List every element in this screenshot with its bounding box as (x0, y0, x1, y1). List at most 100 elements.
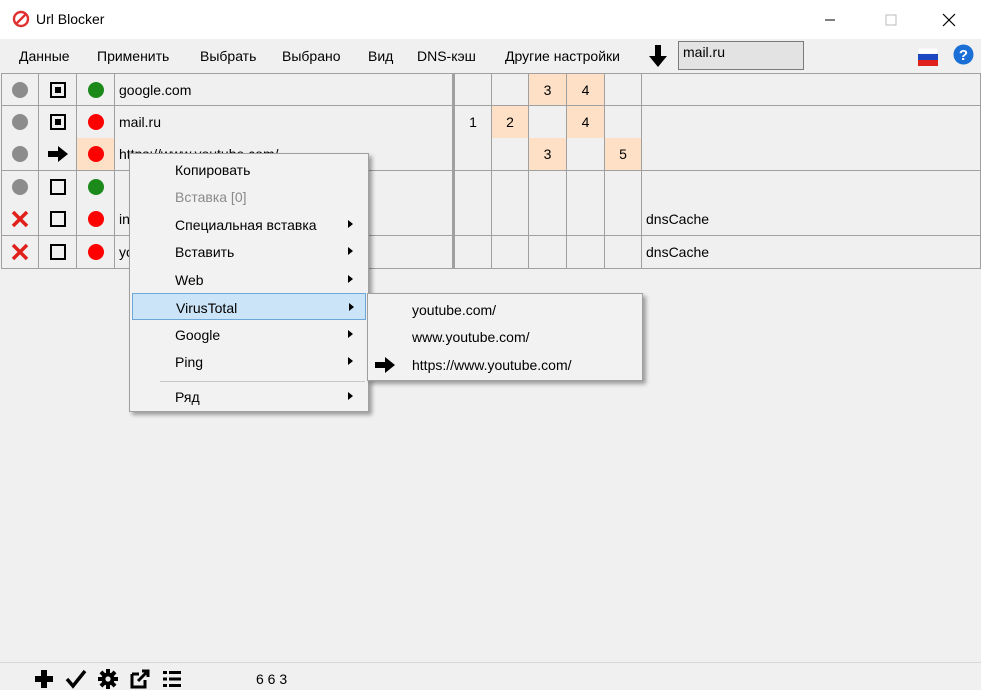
row-flag-cell[interactable] (492, 170, 529, 204)
context-menu-item[interactable]: Ряд (132, 383, 366, 410)
menu-other-settings[interactable]: Другие настройки (505, 48, 620, 64)
context-menu-item[interactable]: Вставить (132, 238, 366, 265)
row-flag-cell[interactable] (529, 235, 567, 269)
row-flag-cell[interactable] (529, 170, 567, 204)
row-flag-cell[interactable] (605, 73, 642, 106)
row-dns-cell[interactable]: dnsCache (642, 203, 981, 236)
table-row[interactable]: mail.ru 1 2 4 (1, 105, 981, 139)
table-row[interactable]: google.com 3 4 (1, 73, 981, 106)
row-flag-cell[interactable] (605, 203, 642, 236)
red-x-icon (11, 210, 29, 228)
context-menu-item[interactable]: Копировать (132, 156, 366, 183)
row-status-cell[interactable] (1, 170, 39, 204)
row-flag-cell[interactable] (605, 105, 642, 139)
row-dns-cell[interactable] (642, 138, 981, 171)
context-menu-item[interactable]: Ping (132, 348, 366, 375)
row-flag-cell[interactable] (492, 138, 529, 171)
row-flag-cell[interactable] (492, 73, 529, 106)
row-flag-cell[interactable] (567, 235, 605, 269)
row-mode-cell[interactable] (39, 203, 77, 236)
row-state-cell[interactable] (77, 105, 115, 139)
row-state-cell[interactable] (77, 138, 115, 171)
maximize-button[interactable] (868, 0, 914, 39)
row-flag-cell[interactable]: 1 (455, 105, 492, 139)
row-state-cell[interactable] (77, 203, 115, 236)
minimize-icon (825, 19, 835, 20)
context-menu-label: Вставить (175, 244, 235, 260)
row-flag-cell[interactable]: 4 (567, 105, 605, 139)
list-icon[interactable] (161, 668, 183, 690)
row-status-cell[interactable] (1, 73, 39, 106)
row-state-cell[interactable] (77, 235, 115, 269)
row-dns-cell[interactable] (642, 105, 981, 139)
row-flag-cell[interactable]: 3 (529, 73, 567, 106)
menu-dns-cache[interactable]: DNS-кэш (417, 48, 476, 64)
row-flag-cell[interactable] (605, 170, 642, 204)
row-flag-cell[interactable] (455, 73, 492, 106)
prohibited-icon (12, 10, 30, 28)
row-flag-cell[interactable]: 3 (529, 138, 567, 171)
submenu-label: https://www.youtube.com/ (412, 357, 572, 373)
context-menu-item[interactable]: Web (132, 266, 366, 293)
export-icon[interactable] (129, 668, 151, 690)
row-mode-cell[interactable] (39, 105, 77, 139)
gear-icon[interactable] (97, 668, 119, 690)
arrow-down-icon[interactable] (648, 44, 668, 68)
context-menu-item[interactable]: VirusTotal (132, 293, 366, 320)
row-flag-cell[interactable] (567, 203, 605, 236)
row-url-cell[interactable]: google.com (115, 73, 455, 106)
menu-selected[interactable]: Выбрано (282, 48, 341, 64)
row-flag-cell[interactable]: 4 (567, 73, 605, 106)
row-flag-cell[interactable] (605, 235, 642, 269)
row-status-cell[interactable] (1, 203, 39, 236)
context-menu-label: Ping (175, 354, 204, 370)
close-icon (942, 13, 956, 26)
row-flag-cell[interactable] (529, 105, 567, 139)
row-state-cell[interactable] (77, 73, 115, 106)
menu-data[interactable]: Данные (19, 48, 70, 64)
row-status-cell[interactable] (1, 138, 39, 171)
red-dot-icon (87, 243, 104, 260)
minimize-button[interactable] (807, 0, 853, 39)
row-dns-cell[interactable] (642, 170, 981, 204)
context-menu-item[interactable]: Google (132, 321, 366, 348)
check-icon[interactable] (65, 668, 87, 690)
row-flag-cell[interactable]: 2 (492, 105, 529, 139)
row-state-cell[interactable] (77, 170, 115, 204)
row-mode-cell[interactable] (39, 138, 77, 171)
row-flag-cell[interactable] (455, 203, 492, 236)
green-dot-icon (87, 81, 104, 98)
row-mode-cell[interactable] (39, 73, 77, 106)
plus-icon[interactable] (33, 668, 55, 690)
submenu-item[interactable]: youtube.com/ (370, 296, 640, 323)
row-status-cell[interactable] (1, 105, 39, 139)
row-dns-cell[interactable]: dnsCache (642, 235, 981, 269)
row-mode-cell[interactable] (39, 235, 77, 269)
row-flag-cell[interactable] (567, 138, 605, 171)
svg-text:?: ? (959, 47, 968, 64)
row-status-cell[interactable] (1, 235, 39, 269)
flag-ru-icon[interactable] (918, 48, 938, 66)
help-icon[interactable]: ? (953, 44, 974, 65)
row-flag-cell[interactable] (529, 203, 567, 236)
context-menu-label: Вставка [0] (175, 189, 247, 205)
row-flag-cell[interactable] (492, 235, 529, 269)
row-flag-cell[interactable] (455, 138, 492, 171)
row-flag-cell[interactable] (492, 203, 529, 236)
submenu-item[interactable]: www.youtube.com/ (370, 323, 640, 350)
row-mode-cell[interactable] (39, 170, 77, 204)
context-menu-item[interactable]: Вставка [0] (132, 183, 366, 210)
row-flag-cell[interactable]: 5 (605, 138, 642, 171)
context-menu-item[interactable]: Специальная вставка (132, 211, 366, 238)
row-dns-cell[interactable] (642, 73, 981, 106)
menu-select[interactable]: Выбрать (200, 48, 256, 64)
search-input[interactable] (678, 41, 804, 70)
row-flag-cell[interactable] (455, 170, 492, 204)
row-url-cell[interactable]: mail.ru (115, 105, 455, 139)
row-flag-cell[interactable] (455, 235, 492, 269)
menu-apply[interactable]: Применить (97, 48, 169, 64)
submenu-item[interactable]: https://www.youtube.com/ (370, 351, 640, 378)
close-button[interactable] (926, 0, 972, 39)
row-flag-cell[interactable] (567, 170, 605, 204)
menu-view[interactable]: Вид (368, 48, 393, 64)
